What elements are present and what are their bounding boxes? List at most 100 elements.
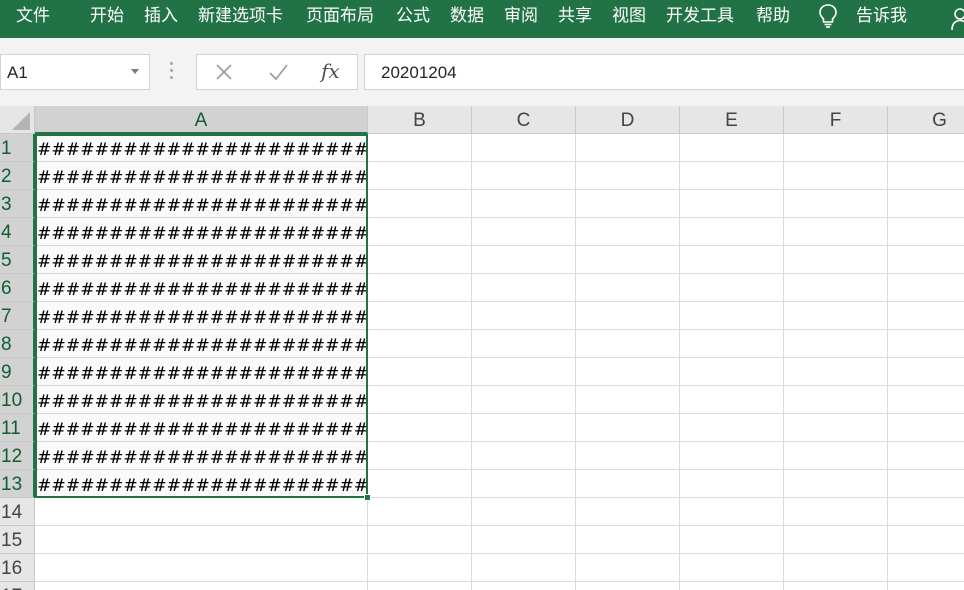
cell-c12[interactable] bbox=[472, 442, 576, 470]
cell-f2[interactable] bbox=[784, 162, 888, 190]
cell-b12[interactable] bbox=[368, 442, 472, 470]
cell-e17[interactable] bbox=[680, 582, 784, 590]
cell-g14[interactable] bbox=[888, 498, 964, 526]
cell-e15[interactable] bbox=[680, 526, 784, 554]
cell-c6[interactable] bbox=[472, 274, 576, 302]
cell-f11[interactable] bbox=[784, 414, 888, 442]
cell-d11[interactable] bbox=[576, 414, 680, 442]
cell-c11[interactable] bbox=[472, 414, 576, 442]
cell-e3[interactable] bbox=[680, 190, 784, 218]
ribbon-tab-1[interactable]: 开始 bbox=[90, 5, 124, 27]
row-header-14[interactable]: 14 bbox=[0, 498, 35, 526]
cell-g8[interactable] bbox=[888, 330, 964, 358]
cell-f1[interactable] bbox=[784, 134, 888, 162]
cell-d17[interactable] bbox=[576, 582, 680, 590]
cell-a12[interactable]: ########################## bbox=[35, 442, 368, 470]
worksheet-grid[interactable]: ABCDEFG1##########################2#####… bbox=[0, 106, 964, 590]
column-header-c[interactable]: C bbox=[472, 106, 576, 134]
cell-e7[interactable] bbox=[680, 302, 784, 330]
row-header-4[interactable]: 4 bbox=[0, 218, 35, 246]
cell-b11[interactable] bbox=[368, 414, 472, 442]
cell-g13[interactable] bbox=[888, 470, 964, 498]
cell-d9[interactable] bbox=[576, 358, 680, 386]
cell-e14[interactable] bbox=[680, 498, 784, 526]
cell-c1[interactable] bbox=[472, 134, 576, 162]
cell-f13[interactable] bbox=[784, 470, 888, 498]
cell-b8[interactable] bbox=[368, 330, 472, 358]
ribbon-tab-7[interactable]: 审阅 bbox=[504, 5, 538, 27]
cell-d5[interactable] bbox=[576, 246, 680, 274]
column-header-f[interactable]: F bbox=[784, 106, 888, 134]
row-header-17[interactable]: 17 bbox=[0, 582, 35, 590]
ribbon-tab-10[interactable]: 开发工具 bbox=[666, 5, 734, 27]
cell-f16[interactable] bbox=[784, 554, 888, 582]
column-header-g[interactable]: G bbox=[888, 106, 964, 134]
cell-a14[interactable] bbox=[35, 498, 368, 526]
row-header-5[interactable]: 5 bbox=[0, 246, 35, 274]
row-header-9[interactable]: 9 bbox=[0, 358, 35, 386]
column-header-b[interactable]: B bbox=[368, 106, 472, 134]
ribbon-tab-4[interactable]: 页面布局 bbox=[306, 5, 374, 27]
cell-b15[interactable] bbox=[368, 526, 472, 554]
row-header-2[interactable]: 2 bbox=[0, 162, 35, 190]
cell-b10[interactable] bbox=[368, 386, 472, 414]
cell-f14[interactable] bbox=[784, 498, 888, 526]
row-header-1[interactable]: 1 bbox=[0, 134, 35, 162]
ribbon-tab-2[interactable]: 插入 bbox=[144, 5, 178, 27]
row-header-12[interactable]: 12 bbox=[0, 442, 35, 470]
fill-handle[interactable] bbox=[364, 494, 371, 501]
cell-d6[interactable] bbox=[576, 274, 680, 302]
cell-f7[interactable] bbox=[784, 302, 888, 330]
cell-d1[interactable] bbox=[576, 134, 680, 162]
ribbon-tab-0[interactable]: 文件 bbox=[16, 5, 50, 27]
row-header-13[interactable]: 13 bbox=[0, 470, 35, 498]
cell-a15[interactable] bbox=[35, 526, 368, 554]
cell-f3[interactable] bbox=[784, 190, 888, 218]
cell-b3[interactable] bbox=[368, 190, 472, 218]
cell-f10[interactable] bbox=[784, 386, 888, 414]
row-header-8[interactable]: 8 bbox=[0, 330, 35, 358]
cell-c10[interactable] bbox=[472, 386, 576, 414]
cell-g17[interactable] bbox=[888, 582, 964, 590]
cell-a13[interactable]: ########################## bbox=[35, 470, 368, 498]
cell-b13[interactable] bbox=[368, 470, 472, 498]
cell-b17[interactable] bbox=[368, 582, 472, 590]
cell-d10[interactable] bbox=[576, 386, 680, 414]
cell-e4[interactable] bbox=[680, 218, 784, 246]
cell-f17[interactable] bbox=[784, 582, 888, 590]
cell-a3[interactable]: ########################## bbox=[35, 190, 368, 218]
cell-a6[interactable]: ########################## bbox=[35, 274, 368, 302]
checkmark-icon[interactable] bbox=[267, 61, 289, 83]
ribbon-tab-3[interactable]: 新建选项卡 bbox=[198, 5, 283, 27]
tell-me-search[interactable]: 告诉我 bbox=[856, 5, 907, 27]
formula-input[interactable]: 20201204 bbox=[364, 54, 964, 90]
cell-g10[interactable] bbox=[888, 386, 964, 414]
row-header-11[interactable]: 11 bbox=[0, 414, 35, 442]
cell-g11[interactable] bbox=[888, 414, 964, 442]
cell-a8[interactable]: ########################## bbox=[35, 330, 368, 358]
cell-a10[interactable]: ########################## bbox=[35, 386, 368, 414]
cell-e13[interactable] bbox=[680, 470, 784, 498]
cell-a9[interactable]: ########################## bbox=[35, 358, 368, 386]
ribbon-tab-8[interactable]: 共享 bbox=[558, 5, 592, 27]
cell-e16[interactable] bbox=[680, 554, 784, 582]
cell-g5[interactable] bbox=[888, 246, 964, 274]
cell-g1[interactable] bbox=[888, 134, 964, 162]
cell-f15[interactable] bbox=[784, 526, 888, 554]
cell-b4[interactable] bbox=[368, 218, 472, 246]
ribbon-tab-5[interactable]: 公式 bbox=[396, 5, 430, 27]
cell-d14[interactable] bbox=[576, 498, 680, 526]
cell-g2[interactable] bbox=[888, 162, 964, 190]
cell-c3[interactable] bbox=[472, 190, 576, 218]
close-icon[interactable] bbox=[213, 61, 235, 83]
cell-b7[interactable] bbox=[368, 302, 472, 330]
cell-a17[interactable] bbox=[35, 582, 368, 590]
cell-a11[interactable]: ########################## bbox=[35, 414, 368, 442]
cell-f9[interactable] bbox=[784, 358, 888, 386]
cell-a1[interactable]: ########################## bbox=[35, 134, 368, 162]
select-all-button[interactable] bbox=[0, 106, 35, 134]
cell-e10[interactable] bbox=[680, 386, 784, 414]
cell-d15[interactable] bbox=[576, 526, 680, 554]
row-header-6[interactable]: 6 bbox=[0, 274, 35, 302]
resize-handle-icon[interactable] bbox=[170, 62, 173, 82]
